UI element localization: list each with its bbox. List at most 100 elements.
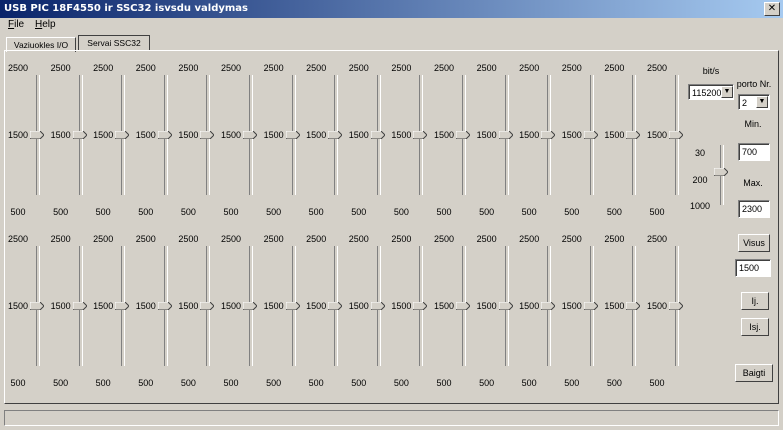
menu-file[interactable]: File <box>8 19 24 30</box>
on-button[interactable]: Ij. <box>741 292 769 310</box>
all-value-input[interactable]: 1500 <box>735 259 771 277</box>
slider-min-label: 500 <box>266 207 282 217</box>
slider-min-label: 500 <box>393 207 409 217</box>
slider-max-label: 2500 <box>135 63 156 73</box>
slider-max-label: 2500 <box>476 234 497 244</box>
min-input[interactable]: 700 <box>738 143 770 161</box>
slider-max-label: 2500 <box>348 63 369 73</box>
slider-mid-label: 1500 <box>604 130 625 140</box>
exit-button[interactable]: Baigti <box>735 364 773 382</box>
max-input[interactable]: 2300 <box>738 200 770 218</box>
slider-mid-label: 1500 <box>306 301 327 311</box>
close-button[interactable]: ✕ <box>764 2 780 16</box>
slider-mid-label: 1500 <box>646 301 668 311</box>
slider-min-label: 500 <box>223 207 239 217</box>
slider-min-label: 500 <box>521 378 537 388</box>
slider-min-label: 500 <box>479 207 495 217</box>
off-button[interactable]: Isj. <box>741 318 769 336</box>
slider-min-label: 500 <box>436 207 452 217</box>
slider-mid-label: 1500 <box>646 130 668 140</box>
slider-max-label: 2500 <box>93 63 114 73</box>
speed-label-bottom: 1000 <box>689 201 711 211</box>
slider-max-label: 2500 <box>178 234 199 244</box>
slider-min-label: 500 <box>223 378 239 388</box>
slider-max-label: 2500 <box>433 234 455 244</box>
port-label: porto Nr. <box>736 79 772 89</box>
min-label: Min. <box>744 119 762 129</box>
slider-max-label: 2500 <box>561 234 582 244</box>
slider-mid-label: 1500 <box>178 301 199 311</box>
slider-mid-label: 1500 <box>7 130 29 140</box>
slider-mid-label: 1500 <box>519 130 540 140</box>
slider-max-label: 2500 <box>519 63 540 73</box>
slider-max-label: 2500 <box>50 234 71 244</box>
tab-servai[interactable]: Servai SSC32 <box>78 35 150 50</box>
slider-max-label: 2500 <box>7 234 29 244</box>
slider-max-label: 2500 <box>7 63 29 73</box>
slider-min-label: 500 <box>649 378 665 388</box>
slider-max-label: 2500 <box>604 234 625 244</box>
slider-min-label: 500 <box>521 207 537 217</box>
slider-mid-label: 1500 <box>135 130 156 140</box>
slider-min-label: 500 <box>10 378 26 388</box>
slider-max-label: 2500 <box>93 234 114 244</box>
slider-min-label: 500 <box>138 378 154 388</box>
slider-min-label: 500 <box>53 207 69 217</box>
slider-mid-label: 1500 <box>50 130 71 140</box>
slider-min-label: 500 <box>436 378 452 388</box>
slider-mid-label: 1500 <box>476 130 497 140</box>
speed-slider-thumb[interactable] <box>714 168 728 176</box>
slider-max-label: 2500 <box>604 63 625 73</box>
slider-max-label: 2500 <box>220 63 242 73</box>
slider-mid-label: 1500 <box>433 301 455 311</box>
port-dropdown-button[interactable]: ▼ <box>756 96 768 108</box>
slider-max-label: 2500 <box>519 234 540 244</box>
slider-mid-label: 1500 <box>306 130 327 140</box>
slider-max-label: 2500 <box>135 234 156 244</box>
slider-max-label: 2500 <box>306 63 327 73</box>
slider-mid-label: 1500 <box>561 130 582 140</box>
port-value: 2 <box>742 98 748 108</box>
slider-mid-label: 1500 <box>604 301 625 311</box>
slider-max-label: 2500 <box>646 234 668 244</box>
menu-bar: File Help <box>0 18 783 33</box>
slider-min-label: 500 <box>180 207 196 217</box>
slider-mid-label: 1500 <box>348 130 369 140</box>
slider-mid-label: 1500 <box>348 301 369 311</box>
slider-max-label: 2500 <box>263 234 284 244</box>
slider-mid-label: 1500 <box>263 301 284 311</box>
slider-mid-label: 1500 <box>561 301 582 311</box>
slider-min-label: 500 <box>393 378 409 388</box>
slider-mid-label: 1500 <box>263 130 284 140</box>
slider-max-label: 2500 <box>306 234 327 244</box>
window-title: USB PIC 18F4550 ir SSC32 isvsdu valdymas <box>4 3 248 14</box>
slider-mid-label: 1500 <box>93 130 114 140</box>
slider-min-label: 500 <box>180 378 196 388</box>
slider-min-label: 500 <box>95 207 111 217</box>
slider-max-label: 2500 <box>220 234 242 244</box>
slider-min-label: 500 <box>564 207 580 217</box>
slider-mid-label: 1500 <box>135 301 156 311</box>
slider-min-label: 500 <box>266 378 282 388</box>
slider-max-label: 2500 <box>561 63 582 73</box>
slider-mid-label: 1500 <box>476 301 497 311</box>
slider-mid-label: 1500 <box>93 301 114 311</box>
menu-help[interactable]: Help <box>35 19 56 30</box>
slider-mid-label: 1500 <box>50 301 71 311</box>
slider-min-label: 500 <box>308 378 324 388</box>
all-button[interactable]: Visus <box>738 234 770 252</box>
slider-min-label: 500 <box>10 207 26 217</box>
status-bar <box>4 410 779 426</box>
max-value: 2300 <box>742 204 763 214</box>
max-label: Max. <box>743 178 763 188</box>
slider-mid-label: 1500 <box>433 130 455 140</box>
baud-value: 115200 <box>692 88 722 98</box>
slider-max-label: 2500 <box>50 63 71 73</box>
slider-min-label: 500 <box>95 378 111 388</box>
slider-max-label: 2500 <box>263 63 284 73</box>
slider-min-label: 500 <box>606 378 622 388</box>
slider-max-label: 2500 <box>348 234 369 244</box>
slider-min-label: 500 <box>351 378 367 388</box>
slider-min-label: 500 <box>308 207 324 217</box>
slider-max-label: 2500 <box>391 63 412 73</box>
